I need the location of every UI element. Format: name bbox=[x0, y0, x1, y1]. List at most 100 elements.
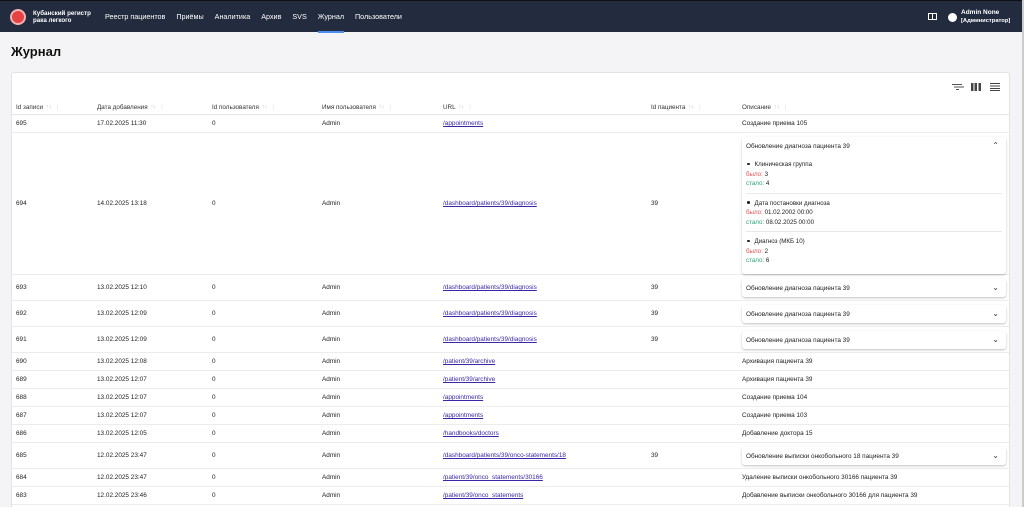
brand-title[interactable]: Кубанский регистр рака легкого bbox=[33, 10, 95, 24]
column-header[interactable]: Id записи ↑↓ ⋮ bbox=[16, 101, 60, 113]
accordion-header[interactable]: Обновление диагноза пациента 39 ⌄ bbox=[742, 331, 1006, 349]
book-icon[interactable] bbox=[928, 13, 937, 20]
cell-description: Удаление выписки онкобольного 30166 паци… bbox=[742, 474, 898, 481]
column-header[interactable]: Дата добавления ↑↓ ⋮ bbox=[97, 101, 165, 113]
column-header[interactable]: Id пациента ↑↓ ⋮ bbox=[651, 101, 703, 113]
column-header[interactable]: Имя пользователя ↑↓ ⋮ bbox=[322, 101, 393, 113]
sort-icon[interactable]: ↑↓ bbox=[774, 104, 780, 110]
cell-user-id: 0 bbox=[212, 200, 216, 207]
cell-date: 12.02.2025 23:46 bbox=[97, 492, 147, 499]
column-menu-icon[interactable]: ⋮ bbox=[387, 104, 393, 111]
url-link[interactable]: /patient/39/onco_statements bbox=[443, 492, 523, 499]
column-menu-icon[interactable]: ⋮ bbox=[467, 104, 473, 111]
url-link[interactable]: /patient/39/archive bbox=[443, 376, 495, 383]
url-link[interactable]: /appointments bbox=[443, 412, 483, 419]
sort-icon[interactable]: ↑↓ bbox=[379, 104, 385, 110]
url-link[interactable]: /dashboard/patients/39/diagnosis bbox=[443, 284, 537, 291]
change-now: стало: 4 bbox=[746, 179, 1002, 189]
sort-icon[interactable]: ↑↓ bbox=[688, 104, 694, 110]
table-row[interactable]: 684 12.02.2025 23:47 0 Admin/patient/39/onc… bbox=[12, 469, 1009, 487]
account-icon[interactable] bbox=[948, 12, 957, 22]
table-row[interactable]: 693 13.02.2025 12:10 0 Admin/dashboard/pati… bbox=[12, 275, 1009, 301]
main-nav: Реестр пациентов Приёмы Аналитика Архив SVS Ж… bbox=[105, 1, 413, 33]
change-field: Клиническая группа bbox=[746, 160, 1002, 170]
table-row[interactable]: 689 13.02.2025 12:07 0 Admin/patient/39/arc… bbox=[12, 371, 1009, 389]
registry-logo[interactable] bbox=[10, 9, 26, 25]
table-row[interactable]: 691 13.02.2025 12:09 0 Admin/dashboard/pati… bbox=[12, 327, 1009, 353]
url-link[interactable]: /appointments bbox=[443, 394, 483, 401]
density-icon[interactable] bbox=[989, 81, 1001, 93]
nav-item[interactable]: Аналитика bbox=[215, 1, 251, 33]
nav-item[interactable]: Пользователи bbox=[355, 1, 402, 33]
url-link[interactable]: /dashboard/patients/39/diagnosis bbox=[443, 200, 537, 207]
user-name[interactable]: Admin None bbox=[961, 9, 999, 16]
table-row[interactable]: 687 13.02.2025 12:07 0 Admin/appointments Со… bbox=[12, 407, 1009, 425]
column-menu-icon[interactable]: ⋮ bbox=[697, 104, 703, 111]
table-row[interactable]: 688 13.02.2025 12:07 0 Admin/appointments Со… bbox=[12, 389, 1009, 407]
column-header[interactable]: URL ↑↓ ⋮ bbox=[443, 101, 473, 113]
description-accordion[interactable]: Обновление диагноза пациента 39 ⌄ bbox=[742, 279, 1006, 297]
nav-item[interactable]: Архив bbox=[261, 1, 281, 33]
column-header[interactable]: Id пользователя ↑↓ ⋮ bbox=[212, 101, 276, 113]
sort-icon[interactable]: ↑↓ bbox=[46, 104, 52, 110]
chevron-down-icon[interactable]: ⌄ bbox=[992, 451, 999, 460]
change-field-name: Клиническая группа bbox=[754, 161, 813, 168]
table-row[interactable]: 694 14.02.2025 13:18 0 Admin/dashboard/pati… bbox=[12, 133, 1009, 275]
url-link[interactable]: /dashboard/patients/39/onco-statements/1… bbox=[443, 452, 566, 459]
accordion-title: Обновление диагноза пациента 39 bbox=[746, 284, 850, 292]
chevron-down-icon[interactable]: ⌄ bbox=[992, 335, 999, 344]
column-menu-icon[interactable]: ⋮ bbox=[159, 104, 165, 111]
description-accordion[interactable]: Обновление диагноза пациента 39 ⌄ bbox=[742, 305, 1006, 323]
accordion-title: Обновление диагноза пациента 39 bbox=[746, 310, 850, 318]
table-row[interactable]: 692 13.02.2025 12:09 0 Admin/dashboard/pati… bbox=[12, 301, 1009, 327]
description-accordion[interactable]: Обновление диагноза пациента 39 ⌃ Клиничес… bbox=[742, 137, 1006, 274]
accordion-header[interactable]: Обновление диагноза пациента 39 ⌄ bbox=[742, 305, 1006, 323]
cell-description: Создание приема 105 bbox=[742, 120, 808, 127]
table-row[interactable]: 685 12.02.2025 23:47 0 Admin/dashboard/pati… bbox=[12, 443, 1009, 469]
change-was: было: 2 bbox=[746, 247, 1002, 257]
url-link[interactable]: /dashboard/patients/39/diagnosis bbox=[443, 336, 537, 343]
now-value: 08.02.2025 00:00 bbox=[765, 218, 815, 226]
table-row[interactable]: 686 13.02.2025 12:05 0 Admin/handbooks/doct… bbox=[12, 425, 1009, 443]
cell-date: 14.02.2025 13:18 bbox=[97, 200, 147, 207]
chevron-up-icon[interactable]: ⌃ bbox=[992, 141, 999, 150]
nav-item[interactable]: Приёмы bbox=[176, 1, 203, 33]
table-row[interactable]: 695 17.02.2025 11:30 0 Admin/appointments Со… bbox=[12, 115, 1009, 133]
column-menu-icon[interactable]: ⋮ bbox=[54, 104, 60, 111]
change-was: было: 3 bbox=[746, 170, 1002, 180]
sort-icon[interactable]: ↑↓ bbox=[151, 104, 157, 110]
columns-icon[interactable] bbox=[970, 81, 982, 93]
table-row[interactable]: 690 13.02.2025 12:08 0 Admin/patient/39/arc… bbox=[12, 353, 1009, 371]
column-header-label: Id записи bbox=[16, 103, 43, 111]
accordion-header[interactable]: Обновление выписки онкобольного 18 пацие… bbox=[742, 447, 1006, 465]
sort-icon[interactable]: ↑↓ bbox=[262, 104, 268, 110]
nav-item[interactable]: Журнал bbox=[317, 1, 345, 33]
cell-user-id: 0 bbox=[212, 358, 216, 365]
accordion-header[interactable]: Обновление диагноза пациента 39 ⌄ bbox=[742, 279, 1006, 297]
chevron-down-icon[interactable]: ⌄ bbox=[992, 309, 999, 318]
url-link[interactable]: /handbooks/doctors bbox=[443, 430, 499, 437]
column-menu-icon[interactable]: ⋮ bbox=[782, 104, 788, 111]
url-link[interactable]: /patient/39/archive bbox=[443, 358, 495, 365]
table-row[interactable]: 683 12.02.2025 23:46 0 Admin/patient/39/onc… bbox=[12, 487, 1009, 505]
accordion-title: Обновление диагноза пациента 39 bbox=[746, 142, 850, 150]
filter-icon[interactable] bbox=[951, 81, 963, 93]
nav-item[interactable]: Реестр пациентов bbox=[105, 1, 165, 33]
column-header[interactable]: Описание ↑↓ ⋮ bbox=[742, 101, 788, 113]
nav-item[interactable]: SVS bbox=[292, 1, 306, 33]
cell-user-name: Admin bbox=[322, 394, 341, 401]
cell-user-name: Admin bbox=[322, 474, 341, 481]
url-link[interactable]: /patient/39/onco_statements/30166 bbox=[443, 474, 543, 481]
cell-date: 13.02.2025 12:10 bbox=[97, 284, 147, 291]
url-link[interactable]: /appointments bbox=[443, 120, 483, 127]
sort-icon[interactable]: ↑↓ bbox=[459, 104, 465, 110]
description-accordion[interactable]: Обновление выписки онкобольного 18 пацие… bbox=[742, 447, 1006, 465]
cell-patient-id: 39 bbox=[651, 336, 659, 343]
url-link[interactable]: /dashboard/patients/39/diagnosis bbox=[443, 310, 537, 317]
chevron-down-icon[interactable]: ⌄ bbox=[992, 283, 999, 292]
accordion-header[interactable]: Обновление диагноза пациента 39 ⌃ bbox=[742, 137, 1006, 155]
column-menu-icon[interactable]: ⋮ bbox=[270, 104, 276, 111]
cell-description: Добавление выписки онкобольного 30166 дл… bbox=[742, 492, 918, 499]
change-field: Диагноз (МКБ 10) bbox=[746, 237, 1002, 247]
description-accordion[interactable]: Обновление диагноза пациента 39 ⌄ bbox=[742, 331, 1006, 349]
